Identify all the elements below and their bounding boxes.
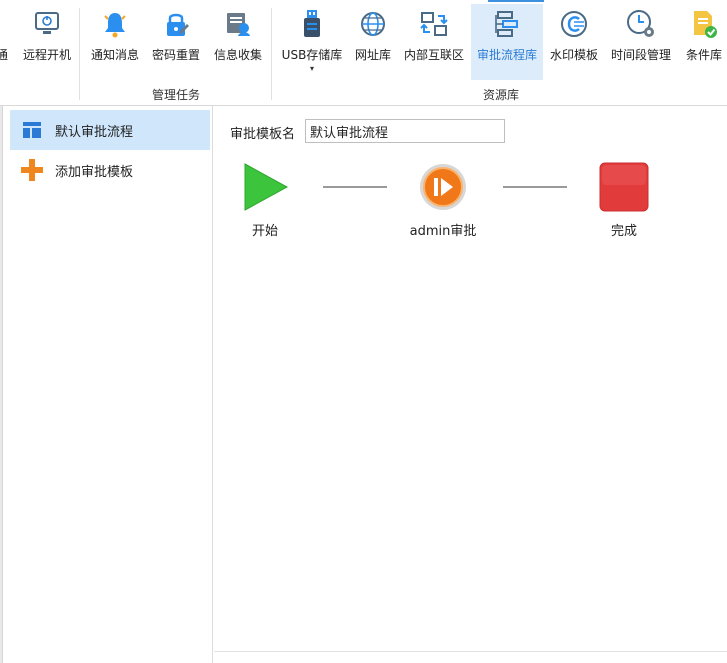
bell-icon xyxy=(99,8,131,40)
clock-gear-icon xyxy=(625,8,657,40)
url-library-label: 网址库 xyxy=(354,48,391,62)
flow-connector xyxy=(323,186,387,188)
notify-button[interactable]: 通知消息 xyxy=(88,4,142,80)
active-tab-indicator xyxy=(488,0,544,2)
time-period-management-label: 时间段管理 xyxy=(610,48,671,62)
template-name-label: 审批模板名 xyxy=(230,127,296,142)
intranet-zone-label: 内部互联区 xyxy=(403,48,464,62)
globe-icon xyxy=(357,8,389,40)
group-divider xyxy=(79,8,80,100)
stop-square-icon xyxy=(599,162,649,212)
network-icon xyxy=(418,8,450,40)
info-collect-icon xyxy=(222,8,254,40)
flow-connector xyxy=(503,186,567,188)
approval-flow-library-button[interactable]: 审批流程库 xyxy=(471,4,543,80)
watermark-template-label: 水印模板 xyxy=(549,48,598,62)
flow-node-label: 完成 xyxy=(610,224,637,239)
usb-storage-label: USB存储库 xyxy=(281,48,343,62)
ribbon-button-label: 通 xyxy=(0,48,8,62)
chevron-down-icon[interactable]: ▾ xyxy=(310,65,314,73)
usb-icon xyxy=(296,8,328,40)
usb-storage-button[interactable]: USB存储库 ▾ xyxy=(279,4,345,80)
intranet-zone-button[interactable]: 内部互联区 xyxy=(401,4,467,80)
info-collect-label: 信息收集 xyxy=(213,48,262,62)
bottom-divider xyxy=(214,651,727,652)
partial-icon xyxy=(0,8,10,40)
group-divider xyxy=(271,8,272,100)
ribbon-button-partial[interactable]: 通 xyxy=(0,4,12,80)
password-reset-button[interactable]: 密码重置 xyxy=(148,4,204,80)
template-name-input[interactable] xyxy=(305,119,505,143)
flow-node-label: 开始 xyxy=(251,224,278,239)
ribbon-toolbar: 通 远程开机 通知消息 密码重置 信息收集 USB存储库 ▾ 网址库 内部互联区… xyxy=(0,0,727,106)
remote-power-label: 远程开机 xyxy=(22,48,71,62)
info-collect-button[interactable]: 信息收集 xyxy=(210,4,266,80)
notify-label: 通知消息 xyxy=(90,48,139,62)
sidebar-item-label: 默认审批流程 xyxy=(55,124,134,140)
sidebar-item-label: 添加审批模板 xyxy=(55,164,134,180)
remote-power-button[interactable]: 远程开机 xyxy=(20,4,74,80)
sidebar-item-add-approval-template[interactable]: 添加审批模板 xyxy=(10,150,210,190)
password-reset-label: 密码重置 xyxy=(151,48,200,62)
group-label-manage-tasks: 管理任务 xyxy=(152,88,201,102)
watermark-icon xyxy=(558,8,590,40)
sidebar-item-default-approval-flow[interactable]: 默认审批流程 xyxy=(10,110,210,150)
approve-circle-icon xyxy=(418,162,468,212)
remote-power-icon xyxy=(31,8,63,40)
flow-node-label: admin审批 xyxy=(409,224,477,239)
plus-icon xyxy=(20,158,44,182)
watermark-template-button[interactable]: 水印模板 xyxy=(547,4,601,80)
password-lock-icon xyxy=(160,8,192,40)
template-layout-icon xyxy=(20,118,44,142)
url-library-button[interactable]: 网址库 xyxy=(351,4,395,80)
flow-node-start[interactable]: 开始 xyxy=(205,162,325,239)
condition-library-button[interactable]: 条件库 xyxy=(681,4,727,80)
play-triangle-icon xyxy=(240,162,290,212)
flowchart-icon xyxy=(491,8,523,40)
condition-library-label: 条件库 xyxy=(685,48,722,62)
flow-node-complete[interactable]: 完成 xyxy=(564,162,684,239)
condition-doc-icon xyxy=(688,8,720,40)
group-label-resources: 资源库 xyxy=(483,88,520,102)
approval-flow-library-label: 审批流程库 xyxy=(476,48,537,62)
time-period-management-button[interactable]: 时间段管理 xyxy=(607,4,675,80)
flow-node-admin-approval[interactable]: admin审批 xyxy=(383,162,503,239)
left-edge-bar xyxy=(0,106,3,663)
